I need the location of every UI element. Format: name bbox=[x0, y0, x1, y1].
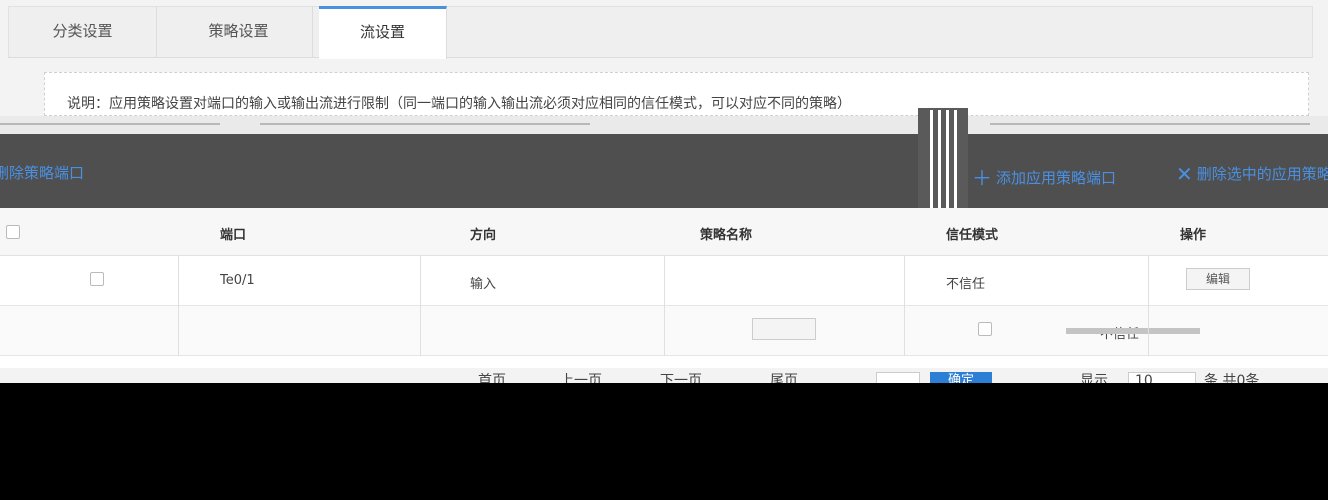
go-button[interactable]: 确定 bbox=[930, 372, 992, 383]
cell-trust: 不信任 bbox=[946, 277, 986, 292]
toolbar-band-mid bbox=[918, 108, 968, 208]
prev-page-link[interactable]: 上一页 bbox=[560, 370, 602, 383]
show-label: 显示 bbox=[1080, 373, 1108, 383]
close-icon: ✕ bbox=[1176, 162, 1193, 186]
toolbar-left-label: 删除策略端口 bbox=[0, 164, 85, 182]
delete-selected-button[interactable]: ✕ 删除选中的应用策略 bbox=[1176, 162, 1328, 186]
cell-direction: 输入 bbox=[470, 277, 497, 292]
note-text: 说明：应用策略设置对端口的输入或输出流进行限制（同一端口的输入输出流必须对应相同… bbox=[67, 96, 851, 112]
per-page-select[interactable]: 10 bbox=[1128, 372, 1196, 383]
column-divider bbox=[420, 256, 421, 356]
edit-button[interactable]: 编辑 bbox=[1186, 268, 1250, 290]
header-port: 端口 bbox=[220, 228, 247, 243]
total-count: 条 共0条 bbox=[1204, 373, 1260, 383]
per-page-value: 10 bbox=[1135, 373, 1153, 383]
app-screen: 分类设置 策略设置 流设置 说明：应用策略设置对端口的输入或输出流进行限制（同一… bbox=[0, 0, 1328, 383]
edit-button[interactable] bbox=[752, 318, 816, 340]
add-label: 添加应用策略端口 bbox=[996, 169, 1117, 187]
tab-flow[interactable]: 流设置 bbox=[319, 6, 447, 59]
header-trust: 信任模式 bbox=[946, 228, 999, 243]
plus-icon: ＋ bbox=[972, 166, 992, 190]
header-policy: 策略名称 bbox=[700, 228, 753, 243]
column-divider bbox=[1148, 256, 1149, 356]
tab-classify[interactable]: 分类设置 bbox=[9, 6, 157, 58]
pagination: 首页 上一页 下一页 尾页 确定 显示 10 条 共0条 bbox=[0, 368, 1328, 383]
delete-policy-port-link[interactable]: 删除策略端口 bbox=[0, 162, 84, 183]
tab-strip: 分类设置 策略设置 流设置 bbox=[8, 6, 1313, 59]
divider-dash bbox=[0, 123, 220, 125]
tab-policy[interactable]: 策略设置 bbox=[165, 6, 313, 58]
table-header: 端口 方向 策略名称 信任模式 操作 bbox=[0, 208, 1328, 256]
policy-table: 端口 方向 策略名称 信任模式 操作 Te0/1 输入 不信任 编辑 不信任 bbox=[0, 208, 1328, 368]
header-direction: 方向 bbox=[470, 228, 497, 243]
divider-dash bbox=[990, 123, 1310, 125]
row-checkbox[interactable] bbox=[90, 272, 104, 286]
next-page-link[interactable]: 下一页 bbox=[660, 370, 702, 383]
column-divider bbox=[178, 256, 179, 356]
add-policy-port-button[interactable]: ＋添加应用策略端口 bbox=[972, 162, 1116, 191]
header-action: 操作 bbox=[1180, 228, 1207, 243]
progress-bar bbox=[1066, 328, 1200, 334]
select-all-checkbox[interactable] bbox=[6, 225, 20, 239]
divider-dash bbox=[260, 123, 590, 125]
page-number-input[interactable] bbox=[876, 372, 920, 383]
column-divider bbox=[904, 256, 905, 356]
cell-port: Te0/1 bbox=[220, 273, 255, 288]
info-note: 说明：应用策略设置对端口的输入或输出流进行限制（同一端口的输入输出流必须对应相同… bbox=[44, 72, 1309, 116]
divider-stripe bbox=[0, 116, 1328, 134]
column-divider bbox=[664, 256, 665, 356]
last-page-link[interactable]: 尾页 bbox=[770, 370, 798, 383]
toolbar-band-left bbox=[0, 134, 918, 208]
row-checkbox[interactable] bbox=[978, 322, 992, 336]
first-page-link[interactable]: 首页 bbox=[478, 370, 506, 383]
delete-label: 删除选中的应用策略 bbox=[1196, 165, 1328, 183]
